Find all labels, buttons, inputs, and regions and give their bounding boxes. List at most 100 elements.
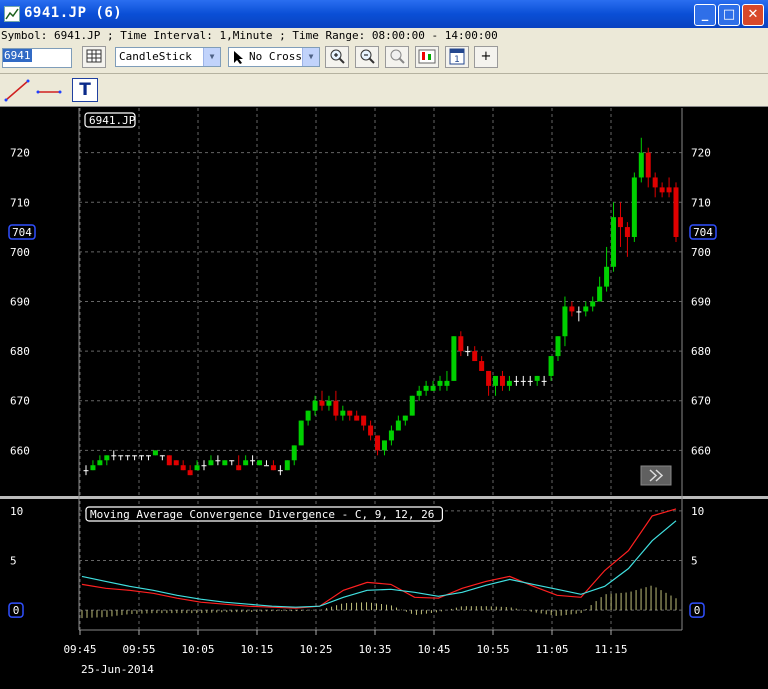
candle-body bbox=[173, 460, 179, 466]
candle-body bbox=[520, 380, 526, 382]
time-tick-label: 10:35 bbox=[358, 643, 391, 656]
cursor-arrow-icon bbox=[234, 51, 243, 64]
info-line: Symbol: 6941.JP ; Time Interval: 1,Minut… bbox=[0, 28, 768, 43]
price-axis-label-right: 720 bbox=[691, 147, 711, 160]
price-axis-label-left: 660 bbox=[10, 444, 30, 457]
candle-body bbox=[118, 455, 124, 457]
macd-value-badge-left-text: 0 bbox=[13, 604, 20, 617]
candle-body bbox=[527, 380, 533, 382]
candle-body bbox=[645, 152, 651, 178]
zoom-in-icon bbox=[330, 49, 345, 64]
candle-body bbox=[270, 465, 276, 471]
macd-title-text: Moving Average Convergence Divergence - … bbox=[90, 508, 434, 521]
candle-body bbox=[166, 455, 172, 466]
candle-body bbox=[152, 450, 158, 456]
candle-body bbox=[493, 375, 499, 386]
cursor-mode-value: No Cross bbox=[249, 50, 302, 63]
candle-body bbox=[395, 420, 401, 431]
macd-axis-label-left: 5 bbox=[10, 555, 17, 568]
calendar-button[interactable]: 1 bbox=[445, 46, 469, 68]
add-indicator-button[interactable]: + bbox=[474, 46, 498, 68]
candle-body bbox=[534, 375, 540, 381]
minimize-button[interactable]: _ bbox=[694, 4, 716, 26]
candle-body bbox=[340, 410, 346, 416]
current-price-badge-right-text: 704 bbox=[693, 226, 713, 239]
candle-body bbox=[347, 410, 353, 416]
price-axis-label-left: 710 bbox=[10, 196, 30, 209]
current-price-badge-left-text: 704 bbox=[12, 226, 32, 239]
candle-body bbox=[569, 306, 575, 312]
candle-body bbox=[236, 465, 242, 471]
candle-body bbox=[139, 455, 145, 457]
zoom-icon bbox=[390, 49, 405, 64]
candle-body bbox=[388, 430, 394, 441]
price-axis-label-left: 680 bbox=[10, 345, 30, 358]
candle-body bbox=[208, 460, 214, 466]
price-axis-label-left: 670 bbox=[10, 395, 30, 408]
zoom-in-button[interactable] bbox=[325, 46, 349, 68]
price-axis-label-right: 710 bbox=[691, 196, 711, 209]
candle-body bbox=[368, 425, 374, 436]
candle-body bbox=[666, 187, 672, 193]
zoom-out-button[interactable] bbox=[355, 46, 379, 68]
candle-body bbox=[243, 460, 249, 466]
candle-body bbox=[215, 460, 221, 462]
candle-body bbox=[597, 286, 603, 302]
candle-body bbox=[354, 415, 360, 421]
candle-body bbox=[90, 465, 96, 471]
candle-body bbox=[83, 470, 89, 472]
horizontal-line-icon bbox=[36, 90, 62, 94]
zoom-reset-button[interactable] bbox=[385, 46, 409, 68]
chart-app-icon bbox=[4, 6, 20, 22]
candle-body bbox=[652, 177, 658, 188]
candle-body bbox=[513, 380, 519, 382]
horizontal-line-tool[interactable] bbox=[34, 78, 64, 102]
candle-body bbox=[611, 217, 617, 267]
candle-body bbox=[409, 395, 415, 416]
close-button[interactable]: ✕ bbox=[742, 4, 764, 26]
candle-body bbox=[659, 187, 665, 193]
candle-body bbox=[541, 380, 547, 382]
time-tick-label: 11:15 bbox=[594, 643, 627, 656]
candle-body bbox=[222, 460, 228, 466]
symbol-input[interactable]: 6941 bbox=[2, 48, 72, 68]
candle-body bbox=[361, 415, 367, 426]
candle-body bbox=[458, 336, 464, 352]
text-tool[interactable]: T bbox=[72, 78, 98, 102]
time-tick-label: 10:45 bbox=[417, 643, 450, 656]
candle-body bbox=[451, 336, 457, 381]
time-tick-label: 10:05 bbox=[181, 643, 214, 656]
candle-body bbox=[145, 455, 151, 457]
trend-line-icon bbox=[4, 79, 30, 102]
candle-body bbox=[132, 455, 138, 457]
time-tick-label: 11:05 bbox=[535, 643, 568, 656]
candle-body bbox=[257, 460, 263, 466]
chart-type-select[interactable]: CandleStick ▼ bbox=[115, 47, 221, 67]
candle-body bbox=[486, 370, 492, 386]
macd-axis-label-left: 10 bbox=[10, 505, 23, 518]
candle-body bbox=[499, 375, 505, 386]
candle-body bbox=[638, 152, 644, 178]
symbol-lookup-button[interactable] bbox=[82, 46, 106, 68]
candle-body bbox=[381, 440, 387, 451]
price-axis-label-right: 660 bbox=[691, 444, 711, 457]
trend-line-tool[interactable] bbox=[2, 78, 32, 102]
macd-axis-label-right: 10 bbox=[691, 505, 704, 518]
time-tick-label: 10:15 bbox=[240, 643, 273, 656]
candle-body bbox=[326, 400, 332, 406]
price-axis-label-left: 690 bbox=[10, 296, 30, 309]
svg-text:1: 1 bbox=[454, 55, 460, 65]
price-axis-label-right: 670 bbox=[691, 395, 711, 408]
candle-style-button[interactable] bbox=[415, 46, 439, 68]
macd-value-badge-right-text: 0 bbox=[694, 604, 701, 617]
candle-body bbox=[312, 400, 318, 411]
candle-body bbox=[111, 455, 117, 457]
candle-body bbox=[583, 306, 589, 312]
macd-line-red bbox=[81, 508, 677, 609]
chart-area[interactable]: 09:45 09:55 10:05 10:15 10:25 10:35 10:45 10:55… bbox=[0, 107, 768, 689]
candle-body bbox=[624, 227, 630, 237]
maximize-button[interactable]: □ bbox=[718, 4, 740, 26]
cursor-mode-select[interactable]: No Cross ▼ bbox=[228, 47, 320, 67]
candle-body bbox=[444, 380, 450, 386]
chevron-down-icon: ▼ bbox=[302, 48, 319, 66]
